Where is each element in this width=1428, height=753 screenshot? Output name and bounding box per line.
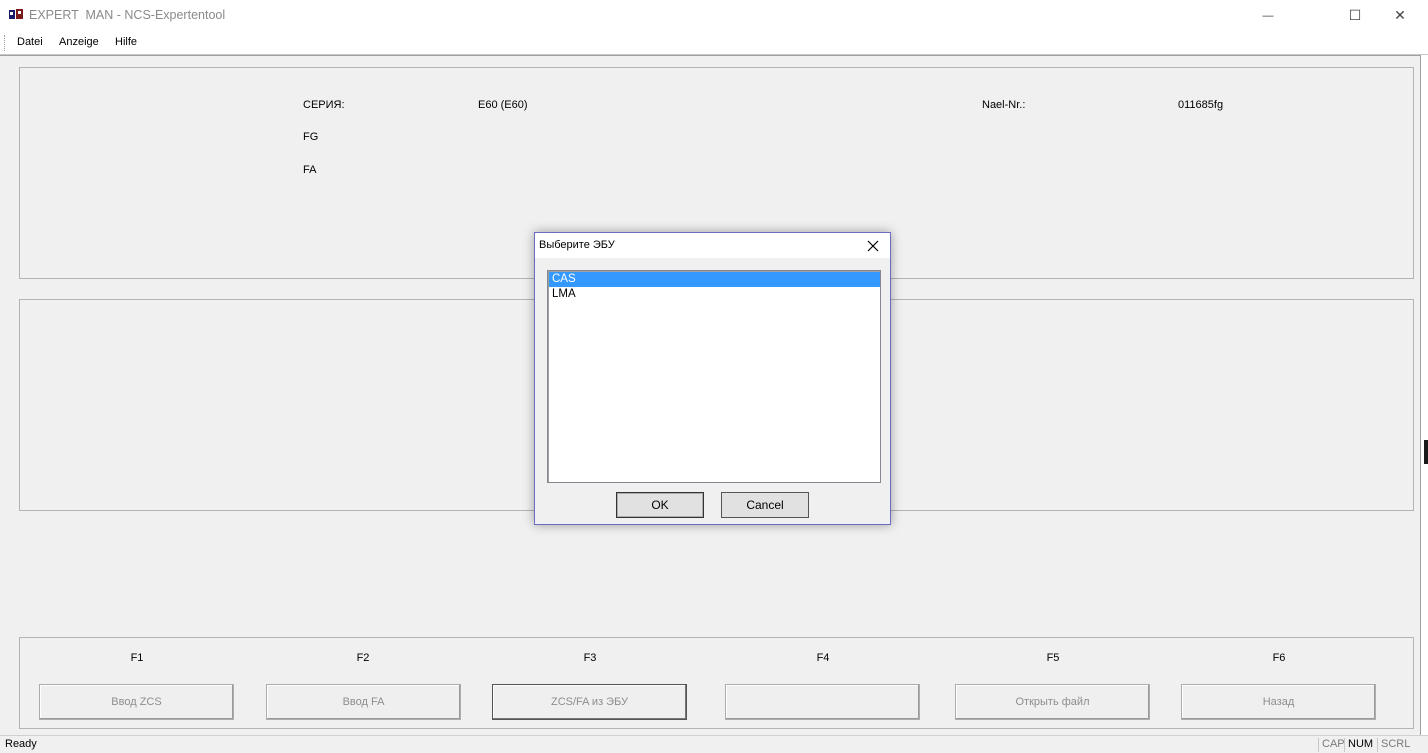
fkey-label-f6: F6: [1272, 652, 1286, 664]
enter-fa-button[interactable]: Ввод FA: [266, 684, 461, 720]
fkey-label-f4: F4: [816, 652, 830, 664]
menu-bar: Datei Anzeige Hilfe: [0, 31, 1428, 55]
open-file-label: Открыть файл: [1015, 696, 1090, 708]
window-title: EXPERT MAN - NCS-Expertentool: [29, 8, 226, 22]
menu-hilfe[interactable]: Hilfe: [115, 36, 137, 48]
enter-zcs-button[interactable]: Ввод ZCS: [39, 684, 234, 720]
menu-grip: [4, 35, 6, 51]
nael-value: 011685fg: [1178, 99, 1224, 111]
dialog-title: Выберите ЭБУ: [539, 239, 615, 251]
back-button[interactable]: Назад: [1181, 684, 1376, 720]
series-label: СЕРИЯ:: [303, 99, 345, 111]
menu-datei[interactable]: Datei: [17, 36, 43, 48]
nael-label: Nael-Nr.:: [982, 99, 1026, 111]
open-file-button[interactable]: Открыть файл: [955, 684, 1150, 720]
zcs-fa-from-ecu-label: ZCS/FA из ЭБУ: [550, 696, 629, 708]
enter-zcs-label: Ввод ZCS: [111, 696, 162, 708]
right-edge-marker: [1424, 440, 1428, 464]
ok-label: OK: [651, 498, 669, 512]
list-item-cas[interactable]: CAS: [549, 272, 880, 287]
status-separator: [1344, 738, 1345, 752]
title-bar: EXPERT MAN - NCS-Expertentool — ☐ ✕: [0, 0, 1428, 31]
select-ecu-dialog: Выберите ЭБУ CAS LMA OK Cancel: [534, 232, 891, 525]
fa-label: FA: [303, 164, 317, 176]
maximize-button[interactable]: ☐: [1332, 0, 1378, 31]
close-button[interactable]: ✕: [1377, 0, 1423, 31]
app-icon: [8, 8, 24, 22]
ecu-listbox[interactable]: CAS LMA: [547, 270, 881, 483]
dialog-close-button[interactable]: [856, 233, 890, 258]
status-separator: [1377, 738, 1378, 752]
status-bar: Ready CAP NUM SCRL: [0, 735, 1428, 753]
dialog-title-bar: Выберите ЭБУ: [535, 233, 890, 258]
zcs-fa-from-ecu-button[interactable]: ZCS/FA из ЭБУ: [492, 684, 687, 720]
status-text: Ready: [5, 738, 37, 750]
back-label: Назад: [1262, 696, 1295, 708]
fkey-label-f2: F2: [356, 652, 370, 664]
list-item-lma[interactable]: LMA: [549, 287, 880, 302]
minimize-icon: —: [1262, 9, 1274, 22]
ok-button[interactable]: OK: [616, 492, 704, 518]
maximize-icon: ☐: [1348, 7, 1362, 23]
right-edge: [1420, 55, 1428, 735]
fkey-label-f5: F5: [1046, 652, 1060, 664]
menu-anzeige[interactable]: Anzeige: [59, 36, 99, 48]
num-indicator: NUM: [1348, 738, 1374, 750]
status-separator: [1318, 738, 1319, 752]
close-icon: [867, 240, 879, 251]
cancel-button[interactable]: Cancel: [721, 492, 809, 518]
minimize-button[interactable]: —: [1245, 0, 1291, 31]
series-value: E60 (E60): [478, 99, 528, 111]
scrl-indicator: SCRL: [1381, 738, 1411, 750]
fkey-label-f1: F1: [130, 652, 144, 664]
fg-label: FG: [303, 131, 319, 143]
cancel-label: Cancel: [746, 498, 784, 512]
enter-fa-label: Ввод FA: [342, 696, 385, 708]
close-icon: ✕: [1394, 7, 1406, 23]
fkey-label-f3: F3: [583, 652, 597, 664]
cap-indicator: CAP: [1322, 738, 1345, 750]
f4-button[interactable]: [725, 684, 920, 720]
